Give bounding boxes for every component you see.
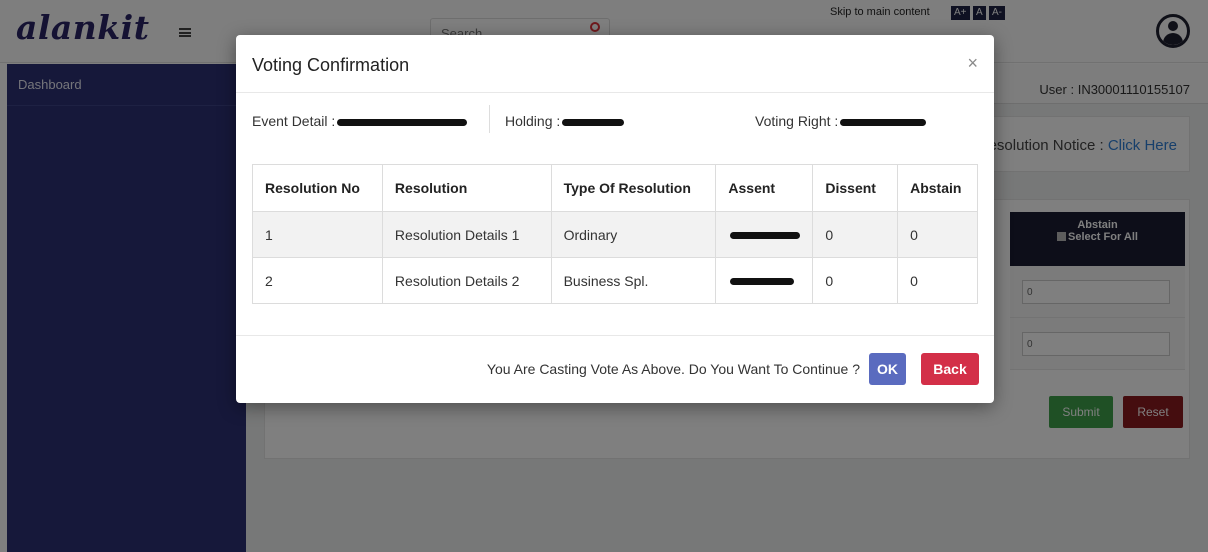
detail-separator — [489, 105, 490, 133]
type-cell: Business Spl. — [550, 257, 717, 304]
redacted-assent — [730, 278, 795, 286]
modal-title: Voting Confirmation — [252, 55, 410, 75]
dissent-cell: 0 — [812, 257, 899, 304]
event-detail-label: Event Detail : — [252, 113, 336, 129]
redacted-event-detail — [337, 118, 468, 126]
modal-footer-divider — [236, 335, 994, 336]
col-type: Type Of Resolution — [550, 164, 717, 212]
col-resolution: Resolution — [381, 164, 552, 212]
table-header-row: Resolution No Resolution Type Of Resolut… — [252, 164, 978, 212]
abstain-cell: 0 — [897, 257, 978, 304]
back-button[interactable]: Back — [921, 353, 979, 385]
col-dissent: Dissent — [812, 164, 899, 212]
resolution-cell: Resolution Details 2 — [381, 257, 552, 304]
close-icon[interactable]: × — [967, 53, 978, 74]
modal-header-divider — [236, 92, 994, 93]
assent-cell — [715, 211, 814, 258]
event-detail: Event Detail : — [252, 113, 468, 129]
redacted-assent — [730, 232, 801, 240]
redacted-voting-right — [840, 118, 927, 126]
ok-button[interactable]: OK — [869, 353, 906, 385]
confirmation-message: You Are Casting Vote As Above. Do You Wa… — [486, 361, 860, 377]
table-row: 1 Resolution Details 1 Ordinary 0 0 — [252, 211, 978, 258]
col-abstain: Abstain — [897, 164, 978, 212]
resolution-no-cell: 1 — [252, 211, 383, 258]
resolution-no-cell: 2 — [252, 257, 383, 304]
col-resolution-no: Resolution No — [252, 164, 383, 212]
assent-cell — [715, 257, 814, 304]
table-row: 2 Resolution Details 2 Business Spl. 0 0 — [252, 257, 978, 304]
abstain-cell: 0 — [897, 211, 978, 258]
resolution-cell: Resolution Details 1 — [381, 211, 552, 258]
holding-label: Holding : — [505, 113, 561, 129]
redacted-holding — [562, 118, 625, 126]
resolution-table: Resolution No Resolution Type Of Resolut… — [252, 164, 978, 304]
voting-right-detail: Voting Right : — [755, 113, 927, 129]
type-cell: Ordinary — [550, 211, 717, 258]
holding-detail: Holding : — [505, 113, 625, 129]
dissent-cell: 0 — [812, 211, 899, 258]
voting-confirmation-modal: Voting Confirmation × Event Detail : Hol… — [236, 35, 994, 403]
voting-right-label: Voting Right : — [755, 113, 839, 129]
col-assent: Assent — [715, 164, 814, 212]
